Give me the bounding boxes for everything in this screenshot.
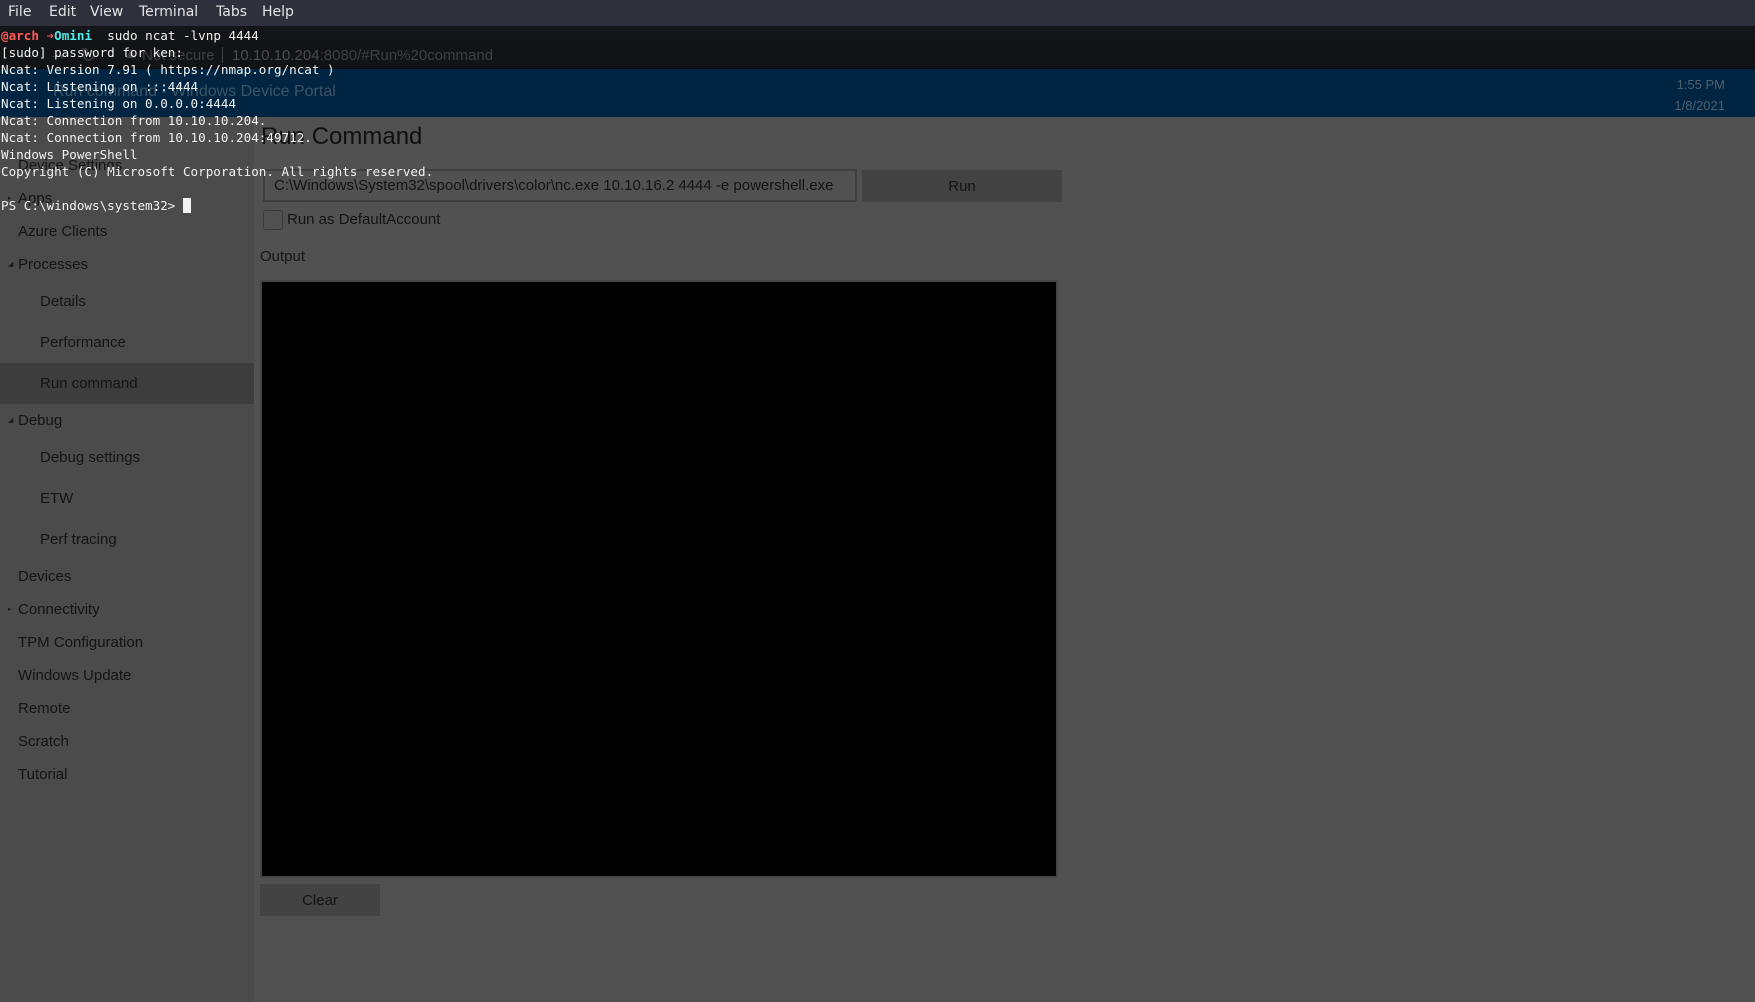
sidebar-item-debug[interactable]: ◢ Debug xyxy=(0,404,254,437)
collapsed-triangle-icon[interactable]: ▸ xyxy=(8,593,12,626)
prompt-user: @arch xyxy=(1,28,39,43)
sidebar-item-label: Performance xyxy=(40,334,126,351)
sidebar-item-label: ETW xyxy=(40,490,74,507)
output-label: Output xyxy=(260,248,306,265)
terminal-prompt-line: @arch ➔Omini sudo ncat -lvnp 4444 xyxy=(0,27,1755,44)
right-arrow-icon: ➔ xyxy=(46,28,55,43)
sidebar-item-label: Remote xyxy=(18,700,71,717)
prompt-directory: Omini xyxy=(54,28,93,43)
menu-edit[interactable]: Edit xyxy=(49,4,76,20)
sidebar-item-tpm-configuration[interactable]: TPM Configuration xyxy=(0,626,254,659)
sidebar-item-debug-settings[interactable]: Debug settings xyxy=(0,437,254,478)
prompt-command: sudo ncat -lvnp 4444 xyxy=(92,28,259,43)
terminal-cursor xyxy=(182,198,191,213)
terminal-line: Ncat: Connection from 10.10.10.204:49712… xyxy=(1,130,312,145)
terminal-line: Windows PowerShell xyxy=(1,147,138,162)
terminal-line: Ncat: Listening on 0.0.0.0:4444 xyxy=(1,96,237,111)
sidebar-item-label: Devices xyxy=(18,568,72,585)
sidebar-nav: Device Settings ▸ Apps Azure Clients ◢ Proces… xyxy=(0,117,254,1002)
menu-terminal[interactable]: Terminal xyxy=(139,4,198,20)
sidebar-item-label: Connectivity xyxy=(18,601,100,618)
sidebar-item-label: Details xyxy=(40,293,86,310)
sidebar-item-label: Scratch xyxy=(18,733,69,750)
menu-help[interactable]: Help xyxy=(262,4,294,20)
menu-file[interactable]: File xyxy=(8,4,31,20)
sidebar-item-label: TPM Configuration xyxy=(18,634,144,651)
menu-view[interactable]: View xyxy=(90,4,123,20)
sidebar-item-label: Processes xyxy=(18,256,89,273)
expanded-triangle-icon[interactable]: ◢ xyxy=(8,248,13,281)
powershell-prompt: PS C:\windows\system32> xyxy=(1,198,183,213)
sidebar-item-label: Debug xyxy=(18,412,63,429)
terminal-line: [sudo] password for ken: xyxy=(1,45,183,60)
sidebar-item-scratch[interactable]: Scratch xyxy=(0,725,254,758)
sidebar-item-run-command[interactable]: Run command xyxy=(0,363,254,404)
terminal-line: Ncat: Version 7.91 ( https://nmap.org/nc… xyxy=(1,62,335,77)
terminal-menubar: File Edit View Terminal Tabs Help xyxy=(0,0,1755,26)
sidebar-item-label: Debug settings xyxy=(40,449,141,466)
sidebar-item-label: Tutorial xyxy=(18,766,68,783)
powershell-prompt-line[interactable]: PS C:\windows\system32> xyxy=(0,197,1755,214)
sidebar-item-devices[interactable]: Devices xyxy=(0,560,254,593)
clear-button[interactable]: Clear xyxy=(260,884,380,916)
menu-tabs[interactable]: Tabs xyxy=(216,4,247,20)
sidebar-item-tutorial[interactable]: Tutorial xyxy=(0,758,254,791)
sidebar-item-azure-clients[interactable]: Azure Clients xyxy=(0,215,254,248)
output-console[interactable] xyxy=(260,280,1058,878)
sidebar-item-windows-update[interactable]: Windows Update xyxy=(0,659,254,692)
expanded-triangle-icon[interactable]: ◢ xyxy=(8,404,13,437)
terminal-line: Ncat: Connection from 10.10.10.204. xyxy=(1,113,267,128)
sidebar-item-connectivity[interactable]: ▸ Connectivity xyxy=(0,593,254,626)
sidebar-item-label: Perf tracing xyxy=(40,531,117,548)
sidebar-item-label: Azure Clients xyxy=(18,223,108,240)
terminal-line: Ncat: Listening on :::4444 xyxy=(1,79,199,94)
terminal-output[interactable]: @arch ➔Omini sudo ncat -lvnp 4444 [sudo]… xyxy=(0,27,1755,214)
sidebar-item-processes[interactable]: ◢ Processes xyxy=(0,248,254,281)
sidebar-item-label: Windows Update xyxy=(18,667,132,684)
sidebar-item-details[interactable]: Details xyxy=(0,281,254,322)
terminal-line: Copyright (C) Microsoft Corporation. All… xyxy=(1,164,434,179)
sidebar-item-perf-tracing[interactable]: Perf tracing xyxy=(0,519,254,560)
sidebar-item-label: Run command xyxy=(40,375,138,392)
sidebar-item-etw[interactable]: ETW xyxy=(0,478,254,519)
sidebar-item-performance[interactable]: Performance xyxy=(0,322,254,363)
sidebar-item-remote[interactable]: Remote xyxy=(0,692,254,725)
